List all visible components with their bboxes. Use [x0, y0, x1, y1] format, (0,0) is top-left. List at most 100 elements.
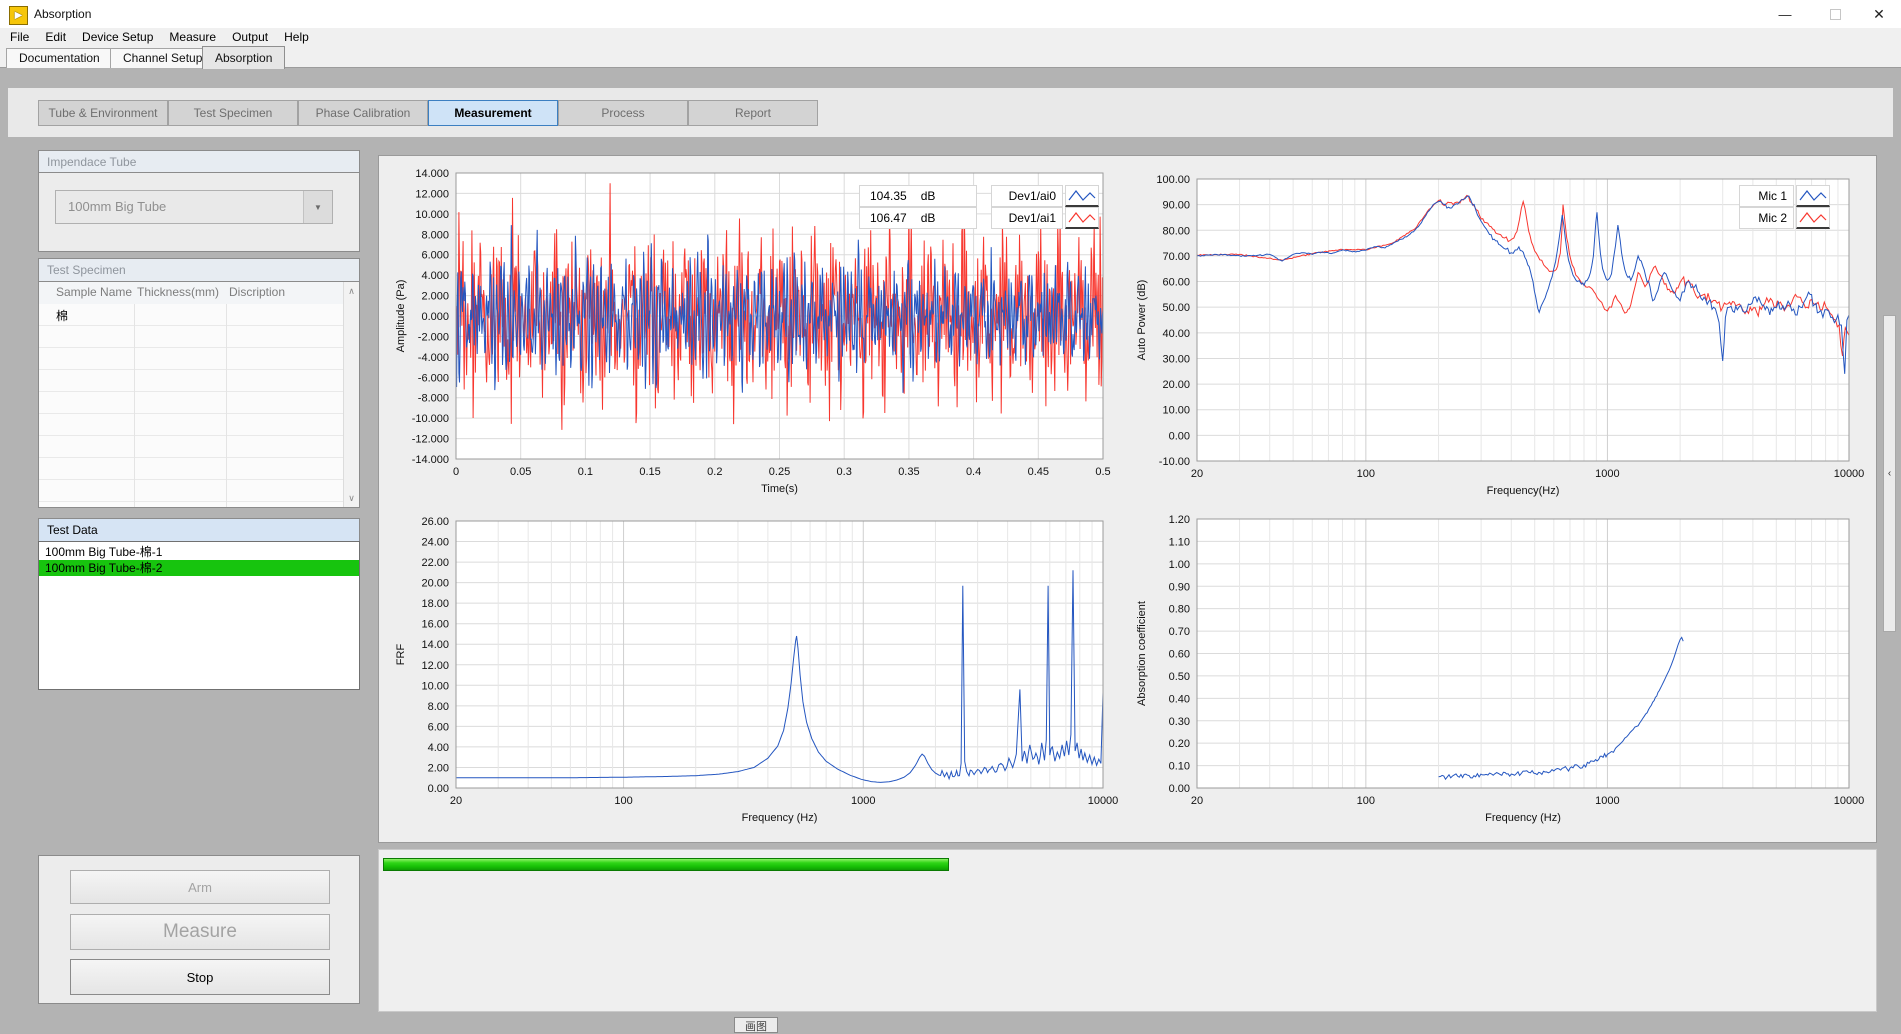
bottom-tab-draw[interactable]: 画图 — [734, 1017, 778, 1033]
svg-text:Auto Power (dB): Auto Power (dB) — [1136, 280, 1148, 361]
svg-text:10000: 10000 — [1834, 468, 1865, 480]
bottom-panel — [378, 849, 1877, 1012]
dropdown-arrow-icon[interactable]: ▼ — [303, 191, 332, 223]
svg-text:26.00: 26.00 — [421, 516, 449, 528]
level-readout-ai0: 104.35 dB — [859, 185, 977, 207]
legend-label-ai0: Dev1/ai0 — [991, 185, 1063, 207]
subtab-tube-environment[interactable]: Tube & Environment — [38, 100, 168, 126]
tab-documentation[interactable]: Documentation — [6, 48, 113, 68]
svg-text:0.45: 0.45 — [1028, 466, 1049, 478]
subtab-measurement[interactable]: Measurement — [428, 100, 558, 126]
column-divider — [134, 304, 135, 507]
chevron-left-icon: ‹ — [1888, 468, 1891, 479]
column-sample-name: Sample Name — [56, 285, 132, 299]
svg-text:24.00: 24.00 — [421, 537, 449, 549]
list-item[interactable]: 100mm Big Tube-棉-1 — [39, 544, 359, 560]
level-readout-ai1: 106.47 dB — [859, 207, 977, 229]
svg-text:-6.000: -6.000 — [418, 372, 449, 384]
side-panel-expander[interactable]: ‹ — [1883, 315, 1896, 632]
svg-text:-2.000: -2.000 — [418, 331, 449, 343]
subtab-process[interactable]: Process — [558, 100, 688, 126]
measure-button[interactable]: Measure — [70, 914, 330, 950]
svg-text:0.1: 0.1 — [578, 466, 593, 478]
readout-unit: dB — [921, 211, 936, 225]
scroll-down-icon[interactable]: ∨ — [344, 491, 359, 505]
progress-bar — [383, 858, 949, 871]
svg-text:6.00: 6.00 — [428, 721, 449, 733]
svg-text:0.20: 0.20 — [1169, 738, 1190, 750]
svg-text:20: 20 — [1191, 468, 1203, 480]
menu-item-measure[interactable]: Measure — [161, 28, 224, 46]
minimize-button[interactable]: — — [1768, 0, 1802, 28]
svg-text:10000: 10000 — [1834, 795, 1865, 807]
legend-label-ai1: Dev1/ai1 — [991, 207, 1063, 229]
legend-line-icon — [1065, 185, 1099, 207]
subtab-test-specimen[interactable]: Test Specimen — [168, 100, 298, 126]
svg-text:4.00: 4.00 — [428, 742, 449, 754]
tube-select-dropdown[interactable]: 100mm Big Tube ▼ — [55, 190, 333, 224]
svg-text:0.90: 0.90 — [1169, 581, 1190, 593]
list-item-selected[interactable]: 100mm Big Tube-棉-2 — [39, 560, 359, 576]
arm-button[interactable]: Arm — [70, 870, 330, 904]
svg-text:100: 100 — [614, 795, 632, 807]
svg-text:0.80: 0.80 — [1169, 604, 1190, 616]
svg-text:0.50: 0.50 — [1169, 671, 1190, 683]
test-specimen-scrollbar[interactable]: ∧ ∨ — [343, 282, 359, 507]
svg-text:2.000: 2.000 — [421, 291, 449, 303]
readout-value: 104.35 — [870, 189, 907, 203]
menu-item-edit[interactable]: Edit — [37, 28, 74, 46]
close-button[interactable]: ✕ — [1862, 0, 1896, 28]
svg-text:80.00: 80.00 — [1162, 225, 1190, 237]
svg-text:8.000: 8.000 — [421, 229, 449, 241]
menu-item-device-setup[interactable]: Device Setup — [74, 28, 161, 46]
svg-text:2.00: 2.00 — [428, 762, 449, 774]
maximize-button[interactable] — [1818, 0, 1852, 28]
svg-text:0.60: 0.60 — [1169, 649, 1190, 661]
table-row[interactable]: 棉 — [39, 304, 344, 326]
stop-button[interactable]: Stop — [70, 959, 330, 995]
svg-text:0.4: 0.4 — [966, 466, 981, 478]
menu-item-output[interactable]: Output — [224, 28, 276, 46]
svg-text:0.00: 0.00 — [1169, 783, 1190, 795]
main-tab-bar: Documentation Channel Setup Absorption — [0, 46, 1901, 68]
column-divider — [226, 304, 227, 507]
menu-bar: File Edit Device Setup Measure Output He… — [0, 28, 1901, 46]
tab-channel-setup[interactable]: Channel Setup — [110, 48, 215, 68]
svg-text:20.00: 20.00 — [1162, 379, 1190, 391]
svg-text:0.70: 0.70 — [1169, 626, 1190, 638]
title-bar: ▶ Absorption — ✕ — [0, 0, 1901, 29]
menu-item-file[interactable]: File — [2, 28, 37, 46]
svg-text:0.000: 0.000 — [421, 311, 449, 323]
tab-absorption[interactable]: Absorption — [202, 46, 285, 69]
svg-text:0.25: 0.25 — [769, 466, 790, 478]
legend-label-mic2: Mic 2 — [1739, 207, 1794, 229]
svg-text:-12.000: -12.000 — [412, 434, 449, 446]
subtab-report[interactable]: Report — [688, 100, 818, 126]
sample-name-cell: 棉 — [56, 307, 68, 324]
menu-item-help[interactable]: Help — [276, 28, 317, 46]
scroll-up-icon[interactable]: ∧ — [344, 284, 359, 298]
legend-line-icon — [1796, 185, 1830, 207]
svg-text:1.00: 1.00 — [1169, 559, 1190, 571]
svg-text:0.30: 0.30 — [1169, 716, 1190, 728]
svg-text:100.00: 100.00 — [1156, 174, 1190, 186]
subtab-phase-calibration[interactable]: Phase Calibration — [298, 100, 428, 126]
svg-text:8.00: 8.00 — [428, 701, 449, 713]
svg-text:0.05: 0.05 — [510, 466, 531, 478]
column-discription: Discription — [229, 285, 285, 299]
svg-text:20: 20 — [1191, 795, 1203, 807]
close-icon: ✕ — [1873, 6, 1885, 23]
test-data-list: 100mm Big Tube-棉-1 100mm Big Tube-棉-2 — [38, 541, 360, 690]
svg-text:0.2: 0.2 — [707, 466, 722, 478]
svg-text:40.00: 40.00 — [1162, 328, 1190, 340]
svg-text:-10.000: -10.000 — [412, 413, 449, 425]
svg-text:50.00: 50.00 — [1162, 302, 1190, 314]
test-data-header: Test Data — [38, 518, 360, 541]
tube-select-value: 100mm Big Tube — [56, 191, 303, 223]
svg-text:14.00: 14.00 — [421, 639, 449, 651]
svg-text:30.00: 30.00 — [1162, 353, 1190, 365]
maximize-icon — [1830, 9, 1841, 20]
column-thickness: Thickness(mm) — [137, 285, 219, 299]
svg-text:0.40: 0.40 — [1169, 693, 1190, 705]
svg-text:70.00: 70.00 — [1162, 251, 1190, 263]
